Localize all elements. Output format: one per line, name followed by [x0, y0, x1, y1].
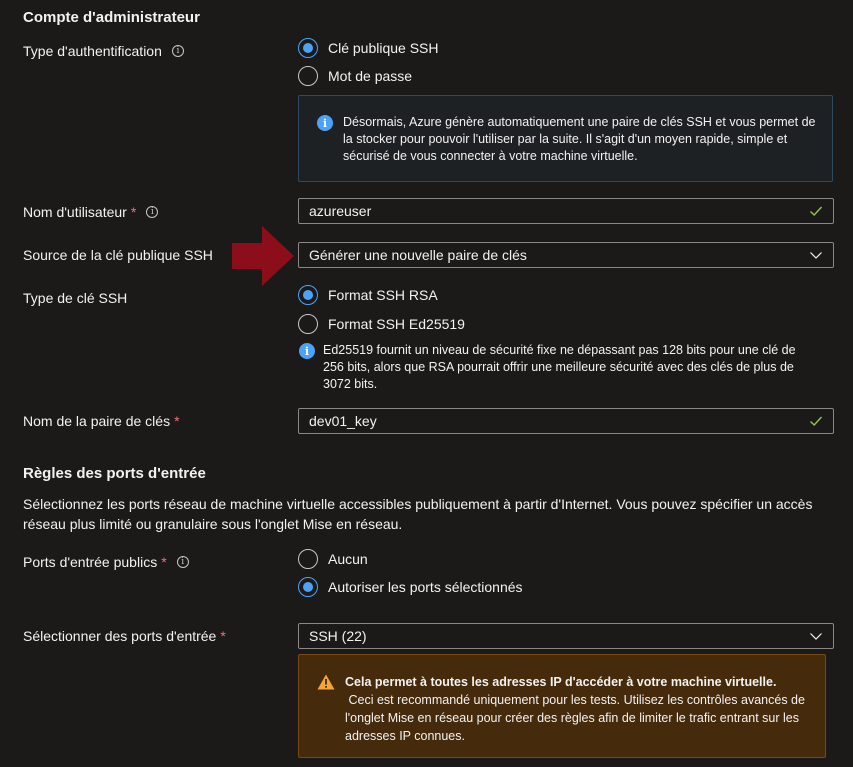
warning-text: Cela permet à toutes les adresses IP d'a… — [345, 673, 809, 757]
vm-create-form: Compte d'administrateur Type d'authentif… — [0, 0, 853, 767]
info-icon[interactable]: i — [146, 206, 159, 218]
key-pair-name-label: Nom de la paire de clés * — [23, 413, 180, 429]
radio-allow-selected-ports[interactable]: Autoriser les ports sélectionnés — [298, 577, 523, 597]
radio-label: Autoriser les ports sélectionnés — [328, 579, 523, 595]
red-arrow-icon — [232, 226, 294, 286]
ssh-info-text: Désormais, Azure génère automatiquement … — [343, 115, 816, 163]
chevron-down-icon — [810, 633, 822, 640]
radio-label: Format SSH Ed25519 — [328, 316, 465, 332]
select-ports-dropdown[interactable]: SSH (22) — [298, 623, 834, 649]
radio-checked-icon[interactable] — [298, 285, 318, 305]
select-ports-value: SSH (22) — [309, 628, 367, 644]
check-icon — [810, 206, 823, 216]
required-asterisk: * — [220, 628, 226, 644]
ssh-info-box: i Désormais, Azure génère automatiquemen… — [298, 95, 833, 182]
section-title-admin: Compte d'administrateur — [23, 9, 200, 26]
radio-label: Format SSH RSA — [328, 287, 438, 303]
key-pair-name-input[interactable]: dev01_key — [298, 408, 834, 434]
warning-body-text: Ceci est recommandé uniquement pour les … — [345, 693, 805, 743]
radio-no-ports[interactable]: Aucun — [298, 549, 368, 569]
username-label-text: Nom d'utilisateur — [23, 204, 127, 220]
key-source-dropdown[interactable]: Générer une nouvelle paire de clés — [298, 242, 834, 268]
info-circle-icon: i — [317, 115, 333, 131]
inbound-description: Sélectionnez les ports réseau de machine… — [23, 496, 813, 532]
key-pair-name-label-text: Nom de la paire de clés — [23, 413, 171, 429]
radio-label: Mot de passe — [328, 68, 413, 84]
key-source-label: Source de la clé publique SSH — [23, 247, 213, 263]
auth-type-label-text: Type d'authentification — [23, 43, 162, 59]
username-value: azureuser — [309, 203, 372, 219]
radio-unchecked-icon[interactable] — [298, 549, 318, 569]
public-ports-label: Ports d'entrée publics * i — [23, 554, 189, 570]
required-asterisk: * — [161, 554, 167, 570]
ed25519-info-text: Ed25519 fournit un niveau de sécurité fi… — [323, 343, 796, 391]
info-circle-icon: i — [299, 343, 315, 359]
section-title-inbound: Règles des ports d'entrée — [23, 465, 206, 482]
check-icon — [810, 416, 823, 426]
radio-unchecked-icon[interactable] — [298, 66, 318, 86]
warning-bold-text: Cela permet à toutes les adresses IP d'a… — [345, 675, 777, 689]
username-input[interactable]: azureuser — [298, 198, 834, 224]
info-icon[interactable]: i — [171, 45, 184, 57]
auth-type-label: Type d'authentification i — [23, 43, 184, 59]
chevron-down-icon — [810, 252, 822, 259]
radio-checked-icon[interactable] — [298, 38, 318, 58]
radio-unchecked-icon[interactable] — [298, 314, 318, 334]
key-pair-name-value: dev01_key — [309, 413, 377, 429]
select-ports-label: Sélectionner des ports d'entrée * — [23, 628, 226, 644]
radio-label: Clé publique SSH — [328, 40, 439, 56]
radio-label: Aucun — [328, 551, 368, 567]
radio-ssh-public-key[interactable]: Clé publique SSH — [298, 38, 439, 58]
username-label: Nom d'utilisateur * i — [23, 204, 159, 220]
required-asterisk: * — [174, 413, 180, 429]
required-asterisk: * — [130, 204, 137, 220]
radio-password[interactable]: Mot de passe — [298, 66, 412, 86]
radio-ssh-rsa[interactable]: Format SSH RSA — [298, 285, 438, 305]
ed25519-info: i Ed25519 fournit un niveau de sécurité … — [299, 342, 814, 393]
public-ports-label-text: Ports d'entrée publics — [23, 554, 158, 570]
key-type-label: Type de clé SSH — [23, 290, 128, 306]
select-ports-label-text: Sélectionner des ports d'entrée — [23, 628, 217, 644]
key-source-value: Générer une nouvelle paire de clés — [309, 247, 527, 263]
warning-icon — [317, 674, 335, 690]
info-icon[interactable]: i — [176, 556, 189, 568]
radio-ssh-ed25519[interactable]: Format SSH Ed25519 — [298, 314, 465, 334]
radio-checked-icon[interactable] — [298, 577, 318, 597]
public-ports-warning: Cela permet à toutes les adresses IP d'a… — [298, 654, 826, 758]
